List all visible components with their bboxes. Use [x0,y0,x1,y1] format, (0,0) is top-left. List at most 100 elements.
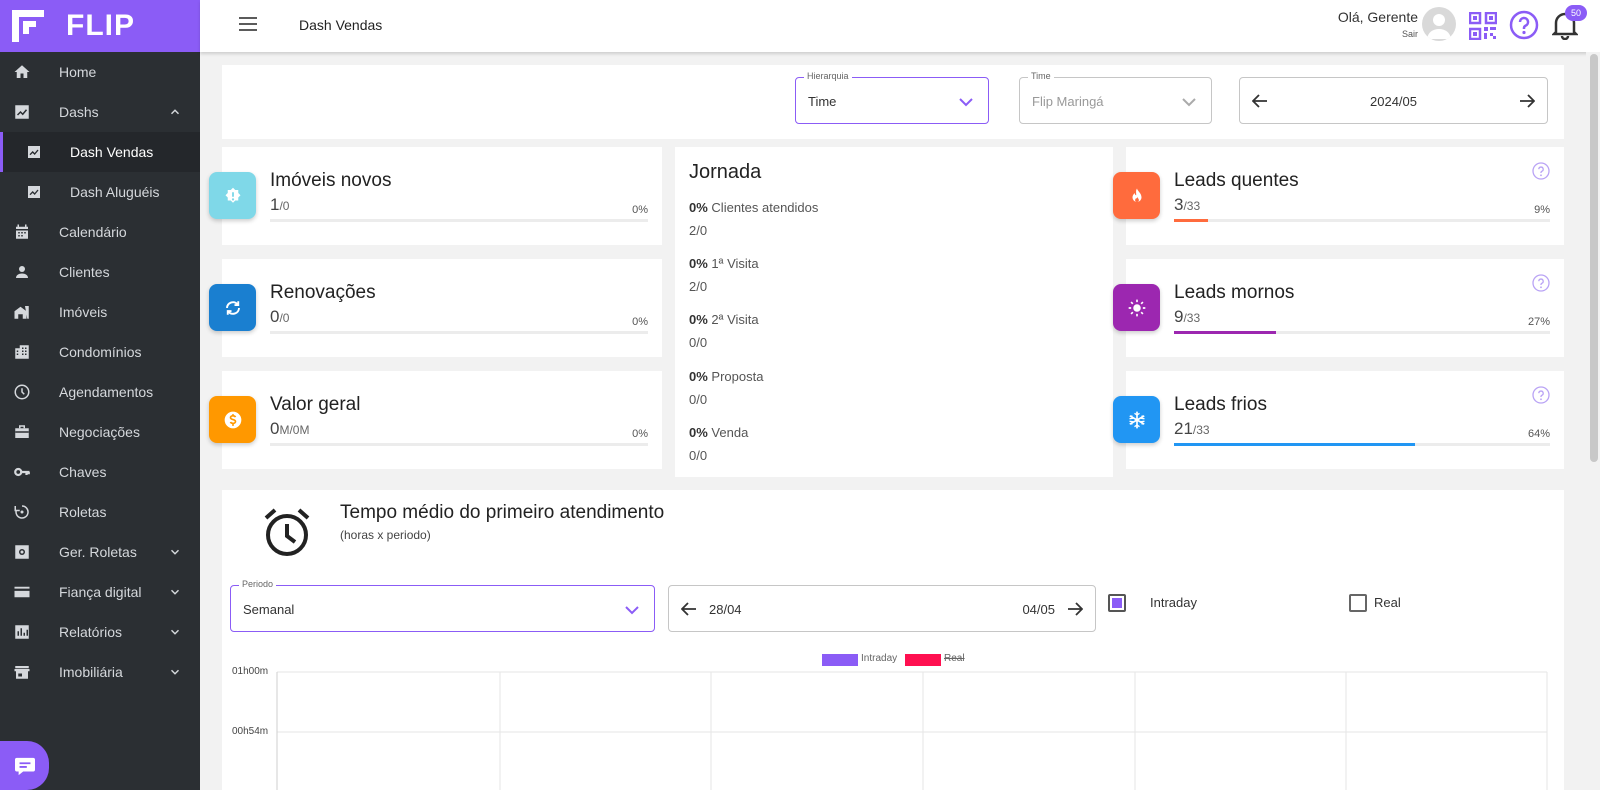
sun-icon [1128,299,1145,316]
sidebar: FLIP Home Dashs Dash Vendas Dash Aluguéi… [0,0,200,790]
calendar-icon [16,224,28,239]
stat-percent: 9% [1534,204,1550,216]
sidebar-item-label: Imobiliária [59,664,123,680]
sidebar-item-dashs[interactable]: Dashs [0,92,200,132]
help-icon[interactable] [1532,386,1550,404]
sidebar-item-agendamentos[interactable]: Agendamentos [0,372,200,412]
sidebar-item-label: Dash Aluguéis [70,184,160,200]
stat-icon-badge [1113,396,1160,443]
scrollbar-thumb[interactable] [1590,54,1598,462]
chart-icon [28,186,40,198]
sidebar-item-roletas[interactable]: Roletas [0,492,200,532]
jornada-card: Jornada 0% Clientes atendidos 2/0 0% 1ª … [675,147,1113,477]
chevron-down-icon [1182,98,1196,107]
jornada-count: 2/0 [689,223,708,238]
sidebar-item-home[interactable]: Home [0,52,200,92]
sidebar-item-label: Negociações [59,424,140,440]
key-icon [14,467,30,477]
stat-renovacoes: Renovações 0/0 0% [209,259,662,357]
sidebar-item-imoveis[interactable]: Imóveis [0,292,200,332]
stat-imoveis-novos: Imóveis novos 1/0 0% [209,147,662,245]
jornada-title: Jornada [689,161,762,183]
progress-bar [1174,443,1550,446]
field-label: Time [1028,71,1054,81]
sidebar-item-condominios[interactable]: Condomínios [0,332,200,372]
main-content: Hierarquia Time Time Flip Maringá 2024/0… [200,52,1600,790]
chart-icon [15,105,29,119]
time-select[interactable]: Time Flip Maringá [1019,71,1212,124]
progress-bar [1174,219,1550,222]
tempo-medio-card: Tempo médio do primeiro atendimento (hor… [222,490,1564,790]
filters-card: Hierarquia Time Time Flip Maringá 2024/0… [222,65,1564,139]
user-greeting: Olá, Gerente [1337,9,1418,25]
jornada-count: 0/0 [689,335,708,350]
stat-leads-quentes: Leads quentes 3/33 9% [1113,147,1564,245]
sidebar-item-fianca-digital[interactable]: Fiança digital [0,572,200,612]
jornada-row: 0% 2ª Visita [689,312,759,327]
stat-title: Leads frios [1174,394,1267,415]
sidebar-item-label: Fiança digital [59,584,142,600]
sidebar-item-label: Home [59,64,97,80]
sidebar-item-relatorios[interactable]: Relatórios [0,612,200,652]
sidebar-item-label: Dash Vendas [70,144,154,160]
sidebar-item-negociacoes[interactable]: Negociações [0,412,200,452]
stat-value: 3/33 [1174,195,1201,214]
progress-fill [1174,331,1276,334]
stat-percent: 64% [1527,428,1550,440]
sidebar-item-dash-vendas[interactable]: Dash Vendas [0,132,200,172]
dollar-icon [224,411,241,428]
sidebar-item-label: Imóveis [59,304,108,320]
snowflake-icon [1128,411,1145,428]
sidebar-item-label: Relatórios [59,624,123,640]
current-month: 2024/05 [1370,94,1417,109]
sidebar-item-label: Condomínios [59,344,142,360]
stat-title: Imóveis novos [270,170,392,191]
chat-button[interactable] [0,741,49,790]
brand-name: FLIP [66,9,135,42]
brand[interactable]: FLIP [0,0,200,52]
progress-bar [270,219,648,222]
stat-value: 21/33 [1174,419,1210,438]
month-navigator: 2024/05 [1239,77,1548,124]
qr-code-icon[interactable] [1469,12,1497,40]
building-icon [15,345,29,359]
settings-box-icon [15,545,29,559]
jornada-count: 2/0 [689,279,708,294]
avatar[interactable] [1422,7,1456,41]
logout-link[interactable]: Sair [1402,29,1418,39]
sidebar-item-dash-alugueis[interactable]: Dash Aluguéis [0,172,200,212]
credit-card-icon [14,586,30,598]
sidebar-item-chaves[interactable]: Chaves [0,452,200,492]
stat-value: 1/0 [270,195,290,214]
notification-badge: 50 [1565,5,1587,21]
briefcase-icon [15,425,29,438]
arrow-right-icon[interactable] [1519,94,1535,108]
help-icon[interactable] [1532,162,1550,180]
bar-chart-icon [15,625,29,639]
stat-icon-badge [209,172,256,219]
house-icon [14,306,29,319]
sidebar-item-label: Agendamentos [59,384,154,400]
stat-leads-mornos: Leads mornos 9/33 27% [1113,259,1564,357]
hierarquia-select[interactable]: Hierarquia Time [795,71,989,124]
rotate-icon [14,505,29,519]
sidebar-item-ger-roletas[interactable]: Ger. Roletas [0,532,200,572]
sidebar-item-label: Clientes [59,264,110,280]
sidebar-item-clientes[interactable]: Clientes [0,252,200,292]
fire-icon [1132,188,1141,202]
chevron-up-icon [170,109,180,115]
help-icon[interactable] [1532,274,1550,292]
menu-icon[interactable] [239,17,257,31]
scrollbar[interactable] [1586,52,1600,790]
progress-fill [1174,443,1415,446]
progress-fill [1174,219,1208,222]
progress-bar [270,331,648,334]
jornada-count: 0/0 [689,448,708,463]
stat-percent: 27% [1527,316,1550,328]
sidebar-item-label: Roletas [59,504,107,520]
stat-percent: 0% [632,428,648,440]
help-icon[interactable] [1509,10,1539,40]
chevron-down-icon [170,589,180,595]
sidebar-item-imobiliaria[interactable]: Imobiliária [0,652,200,692]
sidebar-item-calendario[interactable]: Calendário [0,212,200,252]
